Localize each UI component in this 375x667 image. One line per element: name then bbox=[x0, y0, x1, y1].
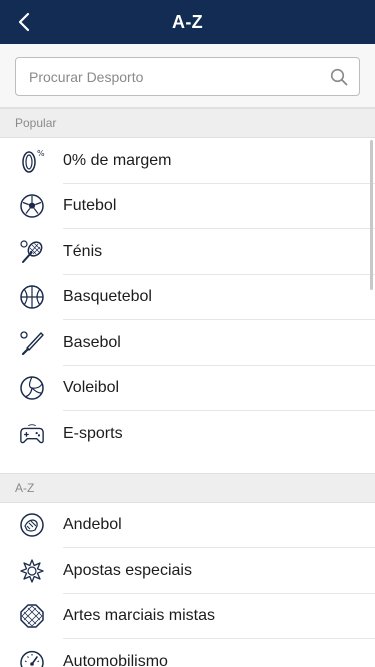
section-header-az: A-Z bbox=[0, 472, 375, 503]
search-input[interactable] bbox=[29, 68, 329, 85]
page-title: A-Z bbox=[172, 11, 203, 32]
section-title: A-Z bbox=[15, 480, 35, 495]
list-item-label: Ténis bbox=[63, 242, 103, 260]
list-item-baseball[interactable]: Basebol bbox=[0, 320, 375, 366]
svg-text:%: % bbox=[37, 149, 45, 158]
list-item-esports[interactable]: E-sports bbox=[0, 411, 375, 457]
list-item-label: 0% de margem bbox=[63, 151, 172, 169]
volleyball-icon bbox=[19, 375, 45, 401]
list-item-label: Artes marciais mistas bbox=[63, 607, 216, 625]
section-title: Popular bbox=[15, 116, 57, 130]
basketball-icon bbox=[19, 284, 45, 310]
list-item-mma[interactable]: Artes marciais mistas bbox=[0, 593, 375, 639]
search-bar-container bbox=[0, 44, 375, 108]
section-spacer bbox=[0, 456, 375, 473]
list-item-handball[interactable]: Andebol bbox=[0, 502, 375, 548]
mma-icon bbox=[19, 603, 45, 629]
special-bets-icon bbox=[19, 558, 45, 584]
top-bar: A-Z bbox=[0, 0, 375, 44]
zero-margin-icon: % bbox=[19, 148, 45, 174]
list-item-football[interactable]: Futebol bbox=[0, 183, 375, 229]
handball-icon bbox=[19, 512, 45, 538]
gamepad-icon bbox=[19, 421, 45, 447]
list-item-special-bets[interactable]: Apostas especiais bbox=[0, 548, 375, 594]
list-item-label: Voleibol bbox=[63, 379, 120, 397]
list-item-basketball[interactable]: Basquetebol bbox=[0, 274, 375, 320]
list-item-label: Basebol bbox=[63, 333, 121, 351]
list-item-label: Andebol bbox=[63, 516, 122, 534]
search-icon[interactable] bbox=[329, 67, 349, 87]
list-item-label: Apostas especiais bbox=[63, 561, 192, 579]
list-item-zero-margin[interactable]: % 0% de margem bbox=[0, 138, 375, 184]
list-item-tennis[interactable]: Ténis bbox=[0, 229, 375, 275]
list-item-label: Automobilismo bbox=[63, 652, 168, 667]
list-item-label: Futebol bbox=[63, 197, 117, 215]
list-item-label: Basquetebol bbox=[63, 288, 152, 306]
football-icon bbox=[19, 193, 45, 219]
back-button[interactable] bbox=[8, 6, 40, 38]
list-item-volleyball[interactable]: Voleibol bbox=[0, 365, 375, 411]
motorsport-icon bbox=[19, 649, 45, 667]
search-box[interactable] bbox=[15, 57, 360, 96]
tennis-icon bbox=[19, 239, 45, 265]
list-item-motorsport[interactable]: Automobilismo bbox=[0, 639, 375, 667]
chevron-left-icon bbox=[18, 12, 30, 32]
baseball-icon bbox=[19, 330, 45, 356]
scrollbar[interactable] bbox=[370, 140, 373, 290]
section-header-popular: Popular bbox=[0, 108, 375, 138]
sports-list: Popular % 0% de margem Futebol Ténis Bas… bbox=[0, 108, 375, 667]
list-item-label: E-sports bbox=[63, 424, 123, 442]
